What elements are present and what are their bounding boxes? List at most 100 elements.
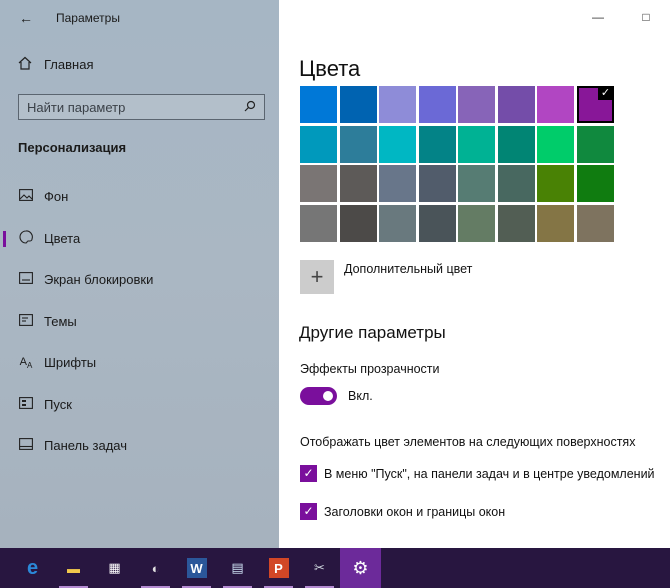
color-swatch[interactable] bbox=[339, 204, 377, 242]
section-title: Персонализация bbox=[18, 140, 127, 155]
minimize-button[interactable]: — bbox=[574, 10, 622, 24]
home-label: Главная bbox=[44, 57, 94, 72]
sidebar-item-themes[interactable]: Темы bbox=[0, 301, 279, 343]
color-swatch[interactable] bbox=[379, 86, 416, 123]
search-box[interactable] bbox=[18, 94, 265, 120]
word-icon: W bbox=[186, 558, 207, 578]
other-options-heading: Другие параметры bbox=[299, 323, 446, 342]
color-swatch[interactable]: ✓ bbox=[576, 86, 614, 123]
color-swatch[interactable] bbox=[537, 86, 574, 123]
start-icon bbox=[18, 396, 34, 412]
page-title: Цвета bbox=[299, 56, 361, 81]
back-arrow-icon[interactable]: ← bbox=[18, 10, 34, 26]
color-palette: ✓ bbox=[300, 86, 614, 242]
sidebar-item-fonts[interactable]: AA Шрифты bbox=[0, 342, 279, 384]
search-input[interactable] bbox=[27, 99, 227, 115]
color-swatch[interactable] bbox=[339, 86, 377, 123]
color-swatch[interactable] bbox=[418, 125, 456, 163]
edge-icon: e bbox=[26, 556, 39, 579]
color-swatch[interactable] bbox=[458, 165, 495, 202]
sidebar-item-label: Цвета bbox=[44, 230, 81, 246]
themes-icon bbox=[18, 313, 34, 329]
sidebar-item-background[interactable]: Фон bbox=[0, 176, 279, 218]
sidebar-item-colors[interactable]: Цвета bbox=[0, 218, 279, 260]
snipping-tool-icon: ✂ bbox=[314, 560, 325, 575]
taskbar-button[interactable]: e bbox=[12, 548, 53, 588]
maximize-button[interactable]: □ bbox=[622, 10, 670, 24]
taskbar-button[interactable]: ▤ bbox=[217, 548, 258, 588]
paint-icon: ◐ bbox=[151, 560, 160, 576]
color-swatch[interactable] bbox=[418, 86, 456, 123]
transparency-state: Вкл. bbox=[348, 389, 373, 403]
sidebar-item-label: Пуск bbox=[44, 396, 72, 412]
color-swatch[interactable] bbox=[379, 125, 416, 163]
taskbar-button[interactable]: ▬ bbox=[53, 548, 94, 588]
checkbox-start-taskbar[interactable]: ✓ bbox=[300, 465, 317, 482]
title-bar: ← Параметры bbox=[0, 0, 279, 36]
color-swatch[interactable] bbox=[339, 125, 377, 163]
color-swatch[interactable] bbox=[300, 204, 337, 242]
notepad-icon: ▤ bbox=[231, 560, 244, 575]
color-swatch[interactable] bbox=[576, 204, 614, 242]
store-icon: ▦ bbox=[108, 560, 121, 575]
main-content: — □ Цвета ✓ + Дополнительный цвет Другие… bbox=[279, 0, 670, 548]
fonts-icon: AA bbox=[19, 355, 33, 370]
search-icon[interactable] bbox=[244, 100, 256, 115]
color-swatch[interactable] bbox=[379, 165, 416, 202]
sidebar-item-label: Темы bbox=[44, 313, 77, 329]
palette-icon bbox=[18, 230, 34, 247]
taskbar-button[interactable]: W bbox=[176, 548, 217, 588]
caption-buttons: — □ bbox=[574, 10, 670, 24]
color-swatch[interactable] bbox=[537, 204, 574, 242]
color-swatch[interactable] bbox=[497, 204, 535, 242]
sidebar-item-lock-screen[interactable]: Экран блокировки bbox=[0, 259, 279, 301]
home-icon bbox=[18, 56, 34, 73]
color-swatch[interactable] bbox=[497, 125, 535, 163]
color-swatch[interactable] bbox=[458, 204, 495, 242]
color-swatch[interactable] bbox=[537, 165, 574, 202]
color-swatch[interactable] bbox=[537, 125, 574, 163]
color-swatch[interactable] bbox=[379, 204, 416, 242]
sidebar: ← Параметры Главная Персонализация Фон bbox=[0, 0, 279, 548]
checkbox-titlebars[interactable]: ✓ bbox=[300, 503, 317, 520]
checkbox-titlebars-label: Заголовки окон и границы окон bbox=[324, 504, 506, 519]
color-swatch[interactable] bbox=[300, 165, 337, 202]
surfaces-label: Отображать цвет элементов на следующих п… bbox=[300, 435, 636, 449]
window-title: Параметры bbox=[56, 11, 120, 25]
taskbar-button[interactable]: P bbox=[258, 548, 299, 588]
custom-color-label: Дополнительный цвет bbox=[344, 262, 473, 276]
lock-screen-icon bbox=[18, 272, 34, 287]
powerpoint-icon: P bbox=[268, 558, 289, 578]
color-swatch[interactable] bbox=[497, 165, 535, 202]
color-swatch[interactable] bbox=[300, 86, 337, 123]
sidebar-item-label: Фон bbox=[44, 189, 69, 205]
settings-icon: ⚙ bbox=[352, 557, 369, 578]
taskbar-button[interactable]: ◐ bbox=[135, 548, 176, 588]
sidebar-item-taskbar[interactable]: Панель задач bbox=[0, 425, 279, 467]
taskbar: e ▬ ▦ ◐ W ▤ P ✂ ⚙ bbox=[0, 548, 670, 588]
file-explorer-icon: ▬ bbox=[67, 560, 80, 576]
color-swatch[interactable] bbox=[576, 125, 614, 163]
color-swatch[interactable] bbox=[458, 86, 495, 123]
color-swatch[interactable] bbox=[576, 165, 614, 202]
taskbar-button[interactable]: ▦ bbox=[94, 548, 135, 588]
custom-color-button[interactable]: + Дополнительный цвет bbox=[300, 260, 472, 294]
transparency-label: Эффекты прозрачности bbox=[300, 362, 440, 376]
color-swatch[interactable] bbox=[418, 204, 456, 242]
color-swatch[interactable] bbox=[339, 165, 377, 202]
home-link[interactable]: Главная bbox=[18, 56, 93, 73]
taskbar-button[interactable]: ⚙ bbox=[340, 548, 381, 588]
transparency-toggle[interactable] bbox=[300, 387, 337, 405]
color-swatch[interactable] bbox=[418, 165, 456, 202]
settings-window: ← Параметры Главная Персонализация Фон bbox=[0, 0, 670, 548]
color-swatch[interactable] bbox=[300, 125, 337, 163]
checkmark-icon: ✓ bbox=[597, 86, 614, 100]
color-swatch[interactable] bbox=[458, 125, 495, 163]
taskbar-button[interactable]: ✂ bbox=[299, 548, 340, 588]
plus-icon: + bbox=[300, 260, 334, 294]
sidebar-item-label: Экран блокировки bbox=[44, 272, 154, 288]
sidebar-item-start[interactable]: Пуск bbox=[0, 384, 279, 426]
color-swatch[interactable] bbox=[497, 86, 535, 123]
titlebars-checkbox-row[interactable]: ✓ Заголовки окон и границы окон bbox=[300, 503, 505, 520]
start-taskbar-checkbox-row[interactable]: ✓ В меню "Пуск", на панели задач и в цен… bbox=[300, 465, 655, 482]
